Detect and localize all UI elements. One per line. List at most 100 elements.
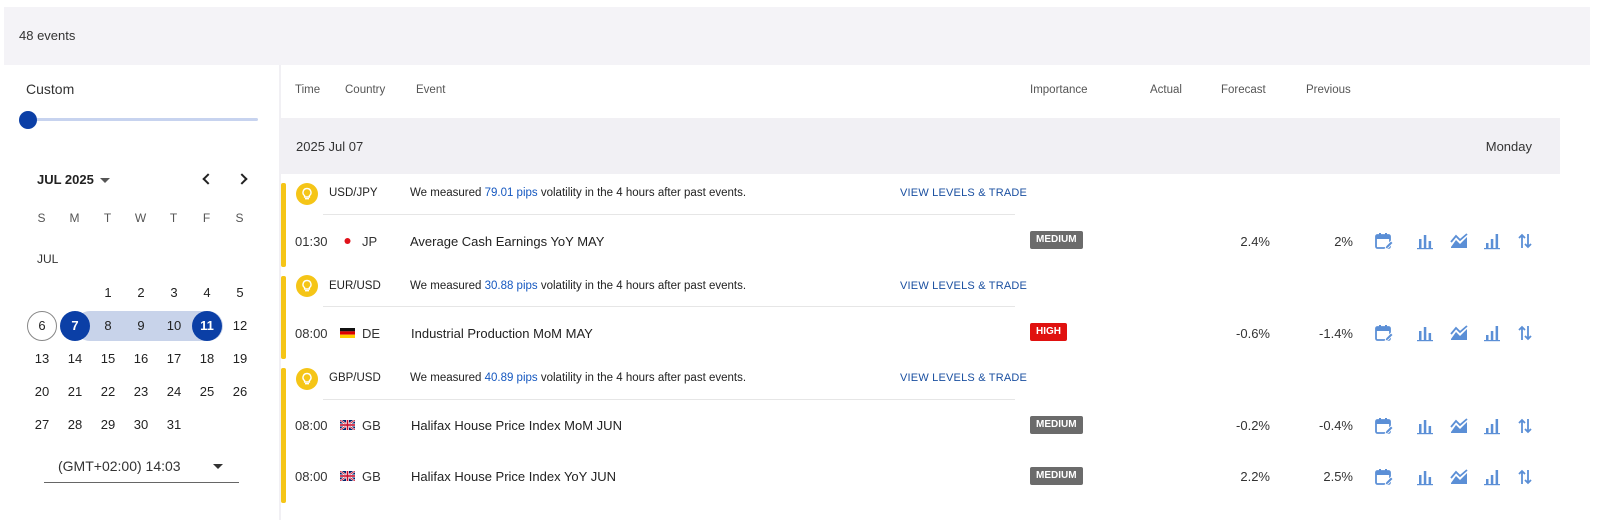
column-header-event[interactable]: Event xyxy=(416,84,445,96)
calendar-day[interactable]: 25 xyxy=(192,377,222,407)
insight-pips: 30.88 pips xyxy=(484,280,538,292)
caret-down-icon xyxy=(99,178,110,184)
chevron-left-icon xyxy=(201,173,214,185)
day-group-header: 2025 Jul 07 Monday xyxy=(281,118,1560,174)
volatility-chart-icon[interactable] xyxy=(1449,231,1469,251)
growth-chart-icon[interactable] xyxy=(1482,416,1502,436)
event-name[interactable]: Average Cash Earnings YoY MAY xyxy=(410,234,604,249)
calendar-day[interactable]: 14 xyxy=(60,344,90,374)
month-selector[interactable]: JUL 2025 xyxy=(37,172,110,187)
growth-chart-icon[interactable] xyxy=(1482,467,1502,487)
calendar-month-short: JUL xyxy=(37,252,59,266)
filter-sidebar: Custom JUL 2025 S M T W T F S JUL 1 2 3 … xyxy=(4,65,279,520)
volatility-chart-icon[interactable] xyxy=(1449,467,1469,487)
event-name[interactable]: Industrial Production MoM MAY xyxy=(411,326,593,341)
calendar-day[interactable]: 16 xyxy=(126,344,156,374)
calendar-edit-icon[interactable] xyxy=(1374,231,1394,251)
view-levels-trade-link[interactable]: VIEW LEVELS & TRADE xyxy=(900,187,1027,199)
event-name[interactable]: Halifax House Price Index MoM JUN xyxy=(411,418,622,433)
calendar-day[interactable]: 17 xyxy=(159,344,189,374)
insight-pips: 40.89 pips xyxy=(484,372,538,384)
bar-chart-icon[interactable] xyxy=(1415,467,1435,487)
importance-badge: MEDIUM xyxy=(1030,231,1083,249)
calendar-day[interactable]: 27 xyxy=(27,410,57,440)
volatility-chart-icon[interactable] xyxy=(1449,416,1469,436)
sort-arrows-icon[interactable] xyxy=(1515,416,1535,436)
growth-chart-icon[interactable] xyxy=(1482,323,1502,343)
bar-chart-icon[interactable] xyxy=(1415,323,1435,343)
calendar-day[interactable]: 13 xyxy=(27,344,57,374)
lightbulb-icon xyxy=(296,368,318,390)
calendar-day[interactable]: 24 xyxy=(159,377,189,407)
weekday-header: S xyxy=(37,211,46,225)
event-country: JP xyxy=(362,234,378,249)
calendar-day[interactable]: 4 xyxy=(192,278,222,308)
calendar-edit-icon[interactable] xyxy=(1374,467,1394,487)
next-month-button[interactable] xyxy=(233,169,253,189)
calendar-day[interactable]: 18 xyxy=(192,344,222,374)
column-header-forecast[interactable]: Forecast xyxy=(1221,84,1266,96)
weekday-header: T xyxy=(103,211,112,225)
calendar-day-range-start[interactable]: 7 xyxy=(60,311,90,341)
event-time: 01:30 xyxy=(295,234,328,249)
calendar-day[interactable]: 30 xyxy=(126,410,156,440)
calendar-day-range-end[interactable]: 11 xyxy=(192,311,222,341)
range-slider-track[interactable] xyxy=(26,118,258,121)
calendar-day[interactable]: 20 xyxy=(27,377,57,407)
calendar-edit-icon[interactable] xyxy=(1374,323,1394,343)
event-group-accent xyxy=(281,183,286,267)
importance-badge: HIGH xyxy=(1030,323,1067,341)
calendar-day[interactable]: 10 xyxy=(159,311,189,341)
event-group-accent xyxy=(281,368,286,503)
prev-month-button[interactable] xyxy=(196,169,216,189)
calendar-day[interactable]: 5 xyxy=(225,278,255,308)
calendar-day[interactable]: 23 xyxy=(126,377,156,407)
row-separator xyxy=(323,214,1015,215)
column-header-importance[interactable]: Importance xyxy=(1030,84,1088,96)
volatility-chart-icon[interactable] xyxy=(1449,323,1469,343)
day-group-weekday: Monday xyxy=(1485,139,1532,154)
bar-chart-icon[interactable] xyxy=(1415,416,1435,436)
column-header-previous[interactable]: Previous xyxy=(1306,84,1351,96)
bar-chart-icon[interactable] xyxy=(1415,231,1435,251)
calendar-day[interactable]: 31 xyxy=(159,410,189,440)
calendar-day[interactable]: 26 xyxy=(225,377,255,407)
calendar-day[interactable]: 1 xyxy=(93,278,123,308)
column-header-time[interactable]: Time xyxy=(295,84,320,96)
view-levels-trade-link[interactable]: VIEW LEVELS & TRADE xyxy=(900,372,1027,384)
caret-down-icon xyxy=(213,464,223,469)
germany-flag-icon xyxy=(340,328,355,338)
calendar-day[interactable]: 21 xyxy=(60,377,90,407)
calendar-edit-icon[interactable] xyxy=(1374,416,1394,436)
calendar-day[interactable]: 19 xyxy=(225,344,255,374)
timezone-value: (GMT+02:00) 14:03 xyxy=(58,458,181,474)
range-slider-handle[interactable] xyxy=(19,111,37,129)
event-previous: 2% xyxy=(1334,234,1353,249)
lightbulb-icon xyxy=(296,275,318,297)
event-previous: 2.5% xyxy=(1323,469,1353,484)
calendar-day[interactable]: 12 xyxy=(225,311,255,341)
calendar-day[interactable]: 28 xyxy=(60,410,90,440)
sort-arrows-icon[interactable] xyxy=(1515,231,1535,251)
calendar-day[interactable]: 29 xyxy=(93,410,123,440)
lightbulb-icon xyxy=(296,183,318,205)
calendar-day-today[interactable]: 6 xyxy=(27,311,57,341)
view-levels-trade-link[interactable]: VIEW LEVELS & TRADE xyxy=(900,280,1027,292)
calendar-day[interactable]: 2 xyxy=(126,278,156,308)
sort-arrows-icon[interactable] xyxy=(1515,467,1535,487)
calendar-day[interactable]: 15 xyxy=(93,344,123,374)
calendar-day[interactable]: 22 xyxy=(93,377,123,407)
column-header-actual[interactable]: Actual xyxy=(1150,84,1182,96)
calendar-day[interactable]: 9 xyxy=(126,311,156,341)
weekday-header: T xyxy=(169,211,178,225)
event-forecast: 2.4% xyxy=(1240,234,1270,249)
event-country: GB xyxy=(362,418,381,433)
calendar-day[interactable]: 8 xyxy=(93,311,123,341)
sort-arrows-icon[interactable] xyxy=(1515,323,1535,343)
column-header-country[interactable]: Country xyxy=(345,84,385,96)
event-country: GB xyxy=(362,469,381,484)
timezone-select[interactable]: (GMT+02:00) 14:03 xyxy=(44,451,239,483)
growth-chart-icon[interactable] xyxy=(1482,231,1502,251)
calendar-day[interactable]: 3 xyxy=(159,278,189,308)
event-name[interactable]: Halifax House Price Index YoY JUN xyxy=(411,469,616,484)
